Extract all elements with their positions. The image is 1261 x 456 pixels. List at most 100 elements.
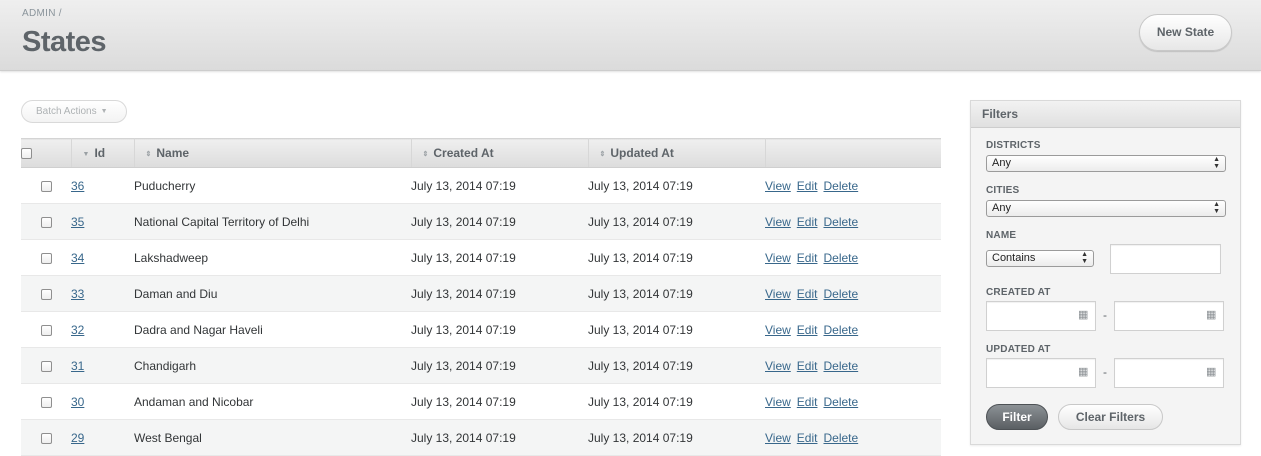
name-filter-input[interactable] <box>1110 244 1221 274</box>
table-header-row: ▼ Id ⇕ Name ⇕ Created At ⇕ Updated At <box>21 138 941 168</box>
created-cell: July 13, 2014 07:19 <box>411 347 588 384</box>
breadcrumb-separator: / <box>58 8 62 19</box>
sort-icon: ⇕ <box>599 151 606 158</box>
id-link[interactable]: 36 <box>71 179 84 193</box>
id-link[interactable]: 32 <box>71 323 84 337</box>
delete-link[interactable]: Delete <box>823 215 858 229</box>
breadcrumb: ADMIN / <box>22 8 62 19</box>
actions-cell: View Edit Delete <box>765 311 941 348</box>
created-at-to-input[interactable]: ▦ <box>1114 301 1224 331</box>
select-all-checkbox[interactable] <box>21 148 32 160</box>
name-cell: Puducherry <box>134 167 411 204</box>
column-created-at[interactable]: ⇕ Created At <box>411 138 589 168</box>
view-link[interactable]: View <box>765 431 791 445</box>
view-link[interactable]: View <box>765 251 791 265</box>
id-cell: 34 <box>71 239 134 276</box>
edit-link[interactable]: Edit <box>797 431 818 445</box>
updated-at-from-input[interactable]: ▦ <box>986 358 1096 388</box>
id-link[interactable]: 31 <box>71 359 84 373</box>
column-id[interactable]: ▼ Id <box>71 138 135 168</box>
calendar-icon[interactable]: ▦ <box>1206 367 1217 378</box>
updated-cell: July 13, 2014 07:19 <box>588 419 765 456</box>
view-link[interactable]: View <box>765 395 791 409</box>
row-checkbox[interactable] <box>40 360 52 372</box>
row-select-cell <box>21 203 71 240</box>
column-name[interactable]: ⇕ Name <box>134 138 412 168</box>
actions-cell: View Edit Delete <box>765 419 941 456</box>
delete-link[interactable]: Delete <box>823 359 858 373</box>
view-link[interactable]: View <box>765 287 791 301</box>
name-cell: Daman and Diu <box>134 275 411 312</box>
view-link[interactable]: View <box>765 215 791 229</box>
edit-link[interactable]: Edit <box>797 287 818 301</box>
filter-button[interactable]: Filter <box>986 404 1048 430</box>
districts-label: DISTRICTS <box>986 140 1041 151</box>
batch-actions-button[interactable]: Batch Actions ▼ <box>21 100 127 123</box>
updated-at-to-input[interactable]: ▦ <box>1114 358 1224 388</box>
edit-link[interactable]: Edit <box>797 395 818 409</box>
edit-link[interactable]: Edit <box>797 215 818 229</box>
id-link[interactable]: 29 <box>71 431 84 445</box>
id-link[interactable]: 34 <box>71 251 84 265</box>
name-cell: Andaman and Nicobar <box>134 383 411 420</box>
breadcrumb-admin-link[interactable]: ADMIN <box>22 8 56 19</box>
row-checkbox[interactable] <box>40 396 52 408</box>
row-checkbox[interactable] <box>40 180 52 192</box>
districts-select[interactable]: Any ▲ ▼ <box>986 155 1226 172</box>
row-checkbox[interactable] <box>40 216 52 228</box>
column-updated-at[interactable]: ⇕ Updated At <box>588 138 766 168</box>
caret-down-icon: ▼ <box>100 108 108 115</box>
delete-link[interactable]: Delete <box>823 431 858 445</box>
new-state-button[interactable]: New State <box>1139 14 1232 51</box>
row-checkbox[interactable] <box>40 288 52 300</box>
created-cell: July 13, 2014 07:19 <box>411 275 588 312</box>
delete-link[interactable]: Delete <box>823 323 858 337</box>
districts-select-value: Any <box>992 157 1011 169</box>
clear-filters-button[interactable]: Clear Filters <box>1058 404 1163 430</box>
created-at-from-input[interactable]: ▦ <box>986 301 1096 331</box>
calendar-icon[interactable]: ▦ <box>1078 310 1089 321</box>
created-cell: July 13, 2014 07:19 <box>411 167 588 204</box>
row-select-cell <box>21 275 71 312</box>
delete-link[interactable]: Delete <box>823 287 858 301</box>
created-cell: July 13, 2014 07:19 <box>411 383 588 420</box>
sort-desc-icon: ▼ <box>82 151 90 158</box>
table-row: 36 Puducherry July 13, 2014 07:19 July 1… <box>21 167 941 204</box>
updated-cell: July 13, 2014 07:19 <box>588 203 765 240</box>
created-at-label: CREATED AT <box>986 287 1051 298</box>
edit-link[interactable]: Edit <box>797 251 818 265</box>
edit-link[interactable]: Edit <box>797 179 818 193</box>
row-select-cell <box>21 419 71 456</box>
updated-cell: July 13, 2014 07:19 <box>588 167 765 204</box>
cities-select[interactable]: Any ▲ ▼ <box>986 200 1226 217</box>
row-checkbox[interactable] <box>40 252 52 264</box>
name-cell: Dadra and Nagar Haveli <box>134 311 411 348</box>
actions-cell: View Edit Delete <box>765 203 941 240</box>
row-checkbox[interactable] <box>40 324 52 336</box>
calendar-icon[interactable]: ▦ <box>1078 367 1089 378</box>
updated-at-label: UPDATED AT <box>986 344 1051 355</box>
delete-link[interactable]: Delete <box>823 395 858 409</box>
actions-cell: View Edit Delete <box>765 167 941 204</box>
created-cell: July 13, 2014 07:19 <box>411 239 588 276</box>
id-link[interactable]: 30 <box>71 395 84 409</box>
view-link[interactable]: View <box>765 179 791 193</box>
table-row: 34 Lakshadweep July 13, 2014 07:19 July … <box>21 239 941 276</box>
cities-label: CITIES <box>986 185 1020 196</box>
table-row: 35 National Capital Territory of Delhi J… <box>21 203 941 240</box>
batch-actions-label: Batch Actions <box>36 106 97 117</box>
id-link[interactable]: 33 <box>71 287 84 301</box>
delete-link[interactable]: Delete <box>823 251 858 265</box>
view-link[interactable]: View <box>765 359 791 373</box>
row-checkbox[interactable] <box>40 432 52 444</box>
edit-link[interactable]: Edit <box>797 323 818 337</box>
table-row: 31 Chandigarh July 13, 2014 07:19 July 1… <box>21 347 941 384</box>
view-link[interactable]: View <box>765 323 791 337</box>
calendar-icon[interactable]: ▦ <box>1206 310 1217 321</box>
delete-link[interactable]: Delete <box>823 179 858 193</box>
name-operator-value: Contains <box>992 252 1036 264</box>
name-operator-select[interactable]: Contains ▲ ▼ <box>986 250 1094 267</box>
id-link[interactable]: 35 <box>71 215 84 229</box>
edit-link[interactable]: Edit <box>797 359 818 373</box>
actions-cell: View Edit Delete <box>765 275 941 312</box>
